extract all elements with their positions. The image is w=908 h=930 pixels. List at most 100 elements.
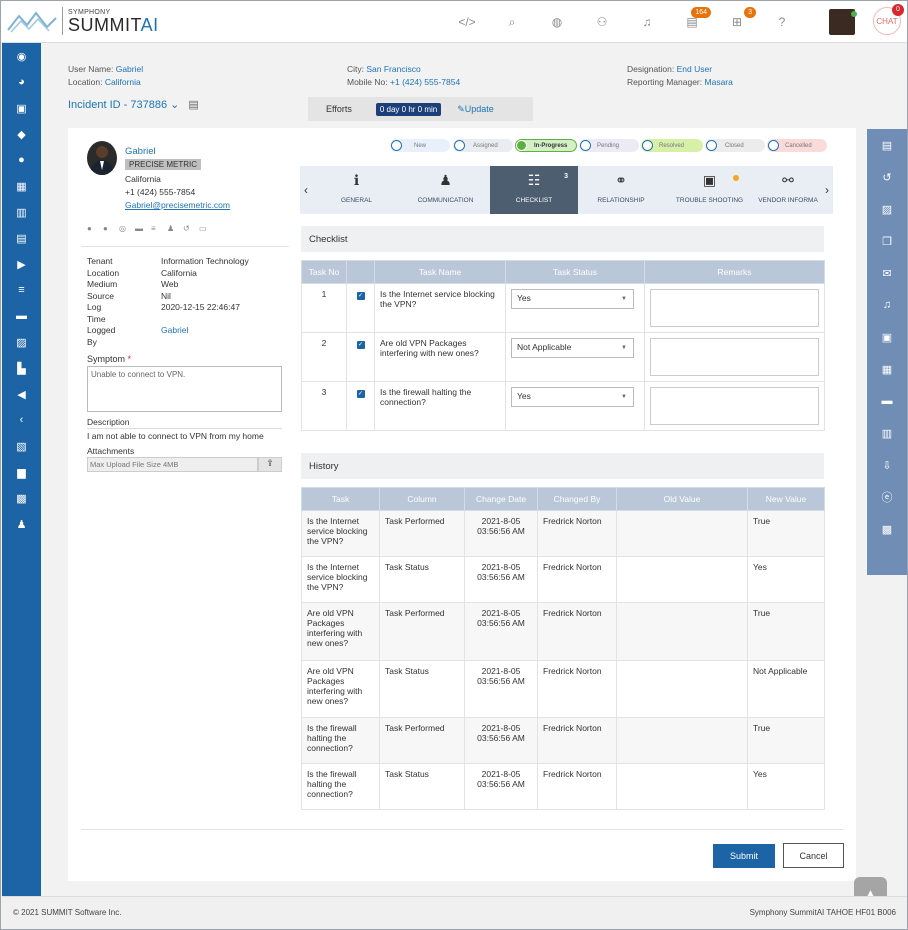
export-icon[interactable]: ▤: [867, 129, 907, 161]
medium-value: Web: [161, 279, 179, 289]
task-status-select[interactable]: Yes ▼: [511, 289, 634, 309]
sign-in-icon[interactable]: ▣: [867, 321, 907, 353]
brand-name: SUMMITAI: [68, 14, 159, 35]
person-speaking-icon: ♟: [439, 172, 452, 188]
edit-note-icon[interactable]: ▨: [867, 193, 907, 225]
user-designation: End User: [676, 64, 713, 74]
history-icon[interactable]: ↺: [183, 224, 191, 233]
task-checkbox[interactable]: ✓: [356, 341, 365, 349]
mention-icon[interactable]: ◎: [119, 224, 127, 233]
notes-icon[interactable]: ▥: [867, 417, 907, 449]
reporting-manager: Masara: [704, 77, 733, 87]
task-checkbox[interactable]: ✓: [356, 292, 365, 300]
chevron-left-icon[interactable]: ‹: [2, 407, 41, 433]
users-icon[interactable]: ⚇: [591, 11, 613, 33]
tag-icon[interactable]: ◆: [2, 121, 41, 147]
brain-icon[interactable]: ●: [2, 147, 41, 173]
chevron-down-icon: ⌄: [170, 99, 180, 111]
tab-prev-arrow[interactable]: ‹: [300, 166, 312, 214]
description-value: I am not able to connect to VPN from my …: [87, 431, 264, 441]
download-icon[interactable]: ⇩: [867, 449, 907, 481]
profile-email[interactable]: Gabriel@precisemetric.com: [125, 200, 230, 210]
notification-icon[interactable]: ♫: [867, 289, 907, 321]
upload-icon[interactable]: ⇪: [258, 457, 282, 472]
task-status-select[interactable]: Yes ▼: [511, 387, 634, 407]
troubleshoot-monitor-icon: ▣: [702, 172, 717, 188]
upload-field[interactable]: Max Upload File Size 4MB: [87, 457, 258, 472]
update-link[interactable]: ✎Update: [457, 104, 494, 115]
tab-checklist[interactable]: ☷ CHECKLIST 3: [490, 166, 578, 214]
edit-document-icon[interactable]: ▨: [2, 329, 41, 355]
tab-trouble-shooting[interactable]: ▣ TROUBLE SHOOTING: [664, 166, 755, 214]
tab-communication[interactable]: ♟ COMMUNICATION: [401, 166, 490, 214]
report-icon[interactable]: ▩: [2, 485, 41, 511]
cancel-button[interactable]: Cancel: [783, 843, 844, 868]
brand-logo[interactable]: SYMPHONY SUMMITAI: [7, 7, 159, 35]
remote-desktop-icon[interactable]: ▭: [199, 224, 207, 233]
image-icon[interactable]: ▧: [2, 433, 41, 459]
tab-general[interactable]: ℹ GENERAL: [312, 166, 401, 214]
remarks-textarea[interactable]: [650, 387, 819, 425]
list-icon[interactable]: ≡: [151, 224, 159, 233]
status-assigned: Assigned: [453, 139, 513, 152]
vendor-icon: ⚯: [782, 172, 794, 188]
building-icon[interactable]: ▥: [2, 199, 41, 225]
edit-icon: ✎: [457, 103, 465, 114]
globe-icon[interactable]: ◍: [546, 11, 568, 33]
tenant-value: Information Technology: [161, 256, 249, 266]
database-icon[interactable]: ≡: [2, 277, 41, 303]
source-value: Nil: [161, 290, 171, 301]
dashboard-icon[interactable]: ◉: [2, 43, 41, 69]
user-info-right: Designation: End User Reporting Manager:…: [627, 64, 733, 87]
tab-vendor-information[interactable]: ⚯ VENDOR INFORMA: [755, 166, 821, 214]
search-icon[interactable]: ⌕: [501, 11, 523, 33]
remarks-textarea[interactable]: [650, 289, 819, 327]
online-status-icon: [851, 11, 857, 17]
help-icon[interactable]: ?: [771, 11, 793, 33]
tab-relationship[interactable]: ⚭ RELATIONSHIP: [578, 166, 664, 214]
cart-menu-icon[interactable]: ▤: [2, 225, 41, 251]
symptom-textarea[interactable]: Unable to connect to VPN.: [87, 366, 282, 412]
status-resolved: Resolved: [641, 139, 703, 152]
pie-chart-icon[interactable]: ◕: [2, 69, 41, 95]
submit-button[interactable]: Submit: [713, 844, 775, 868]
user-action-icon[interactable]: ♟: [167, 224, 175, 233]
symptom-label: Symptom *: [87, 354, 132, 364]
back-arrow-icon[interactable]: ◀: [2, 381, 41, 407]
bell-icon[interactable]: ♫: [636, 11, 658, 33]
monitor-icon[interactable]: ▣: [2, 95, 41, 121]
undo-icon[interactable]: ↺: [867, 161, 907, 193]
task-checkbox[interactable]: ✓: [356, 390, 365, 398]
copy-icon[interactable]: ❐: [867, 225, 907, 257]
copyright: © 2021 SUMMIT Software Inc.: [13, 908, 122, 917]
tab-next-arrow[interactable]: ›: [821, 166, 833, 214]
chat-badge: 0: [892, 4, 904, 16]
status-in-progress: In-Progress: [515, 139, 577, 152]
comment-icon[interactable]: ▬: [867, 385, 907, 417]
calendar-icon[interactable]: ▦: [867, 353, 907, 385]
document-icon[interactable]: ▦: [2, 173, 41, 199]
incident-id-dropdown[interactable]: Incident ID - 737886 ⌄ ▤: [68, 98, 199, 111]
briefcase-icon[interactable]: ▆: [2, 459, 41, 485]
mail-icon[interactable]: ✉: [867, 257, 907, 289]
folder-icon[interactable]: ▙: [2, 355, 41, 381]
status-cancelled: Cancelled: [767, 139, 827, 152]
history-table: Task Column Change Date Changed By Old V…: [301, 487, 825, 810]
cart-icon[interactable]: ⊞ 3: [726, 7, 756, 33]
code-icon[interactable]: </>: [456, 11, 478, 33]
circle-e-icon[interactable]: ⓔ: [867, 481, 907, 513]
email-icon[interactable]: ▬: [135, 224, 143, 233]
message-icon[interactable]: ●: [103, 224, 111, 233]
person-icon[interactable]: ♟: [2, 511, 41, 537]
settings-list-icon[interactable]: ▩: [867, 513, 907, 545]
chat-action-icon[interactable]: ●: [87, 224, 95, 233]
description-label: Description: [87, 417, 130, 427]
remarks-textarea[interactable]: [650, 338, 819, 376]
right-sidebar: ▤ ↺ ▨ ❐ ✉ ♫ ▣ ▦ ▬ ▥ ⇩ ⓔ ▩: [867, 129, 907, 575]
inbox-icon[interactable]: ▬: [2, 303, 41, 329]
file-export-icon[interactable]: ▶: [2, 251, 41, 277]
edit-incident-icon[interactable]: ▤: [188, 99, 198, 111]
user-city: San Francisco: [366, 64, 421, 74]
task-status-select[interactable]: Not Applicable ▼: [511, 338, 634, 358]
tickets-icon[interactable]: ▤ 164: [681, 7, 711, 33]
